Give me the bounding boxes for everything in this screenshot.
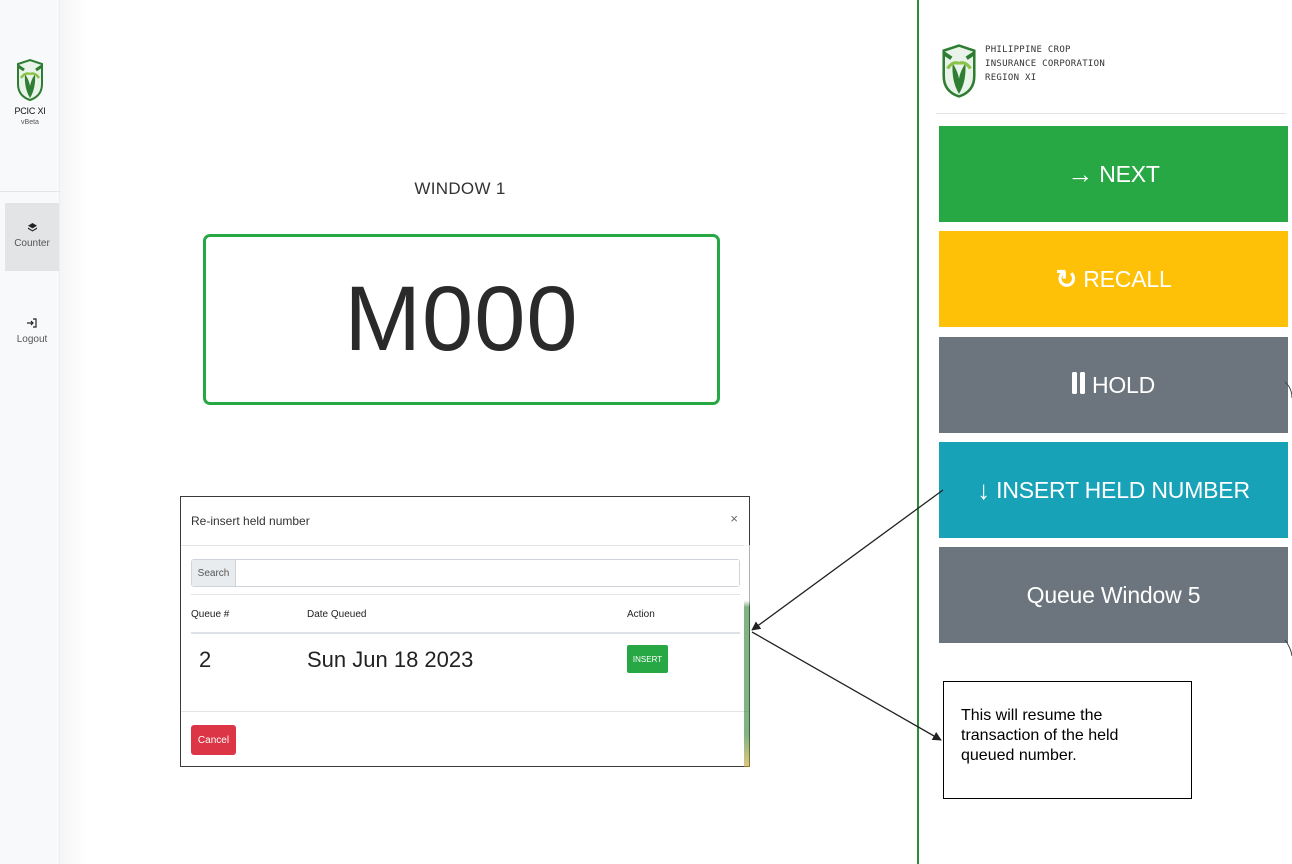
redo-icon: ↻ (1055, 263, 1078, 294)
org-line-2: INSURANCE CORPORATION (985, 59, 1106, 69)
insert-button[interactable]: INSERT (627, 645, 668, 673)
arrow-down-icon: ↓ (977, 474, 991, 505)
table-top-divider (191, 594, 740, 595)
search-group: Search (191, 559, 740, 587)
sidebar: PCIC XI vBeta Counter Logout (0, 0, 60, 864)
next-label: NEXT (1099, 160, 1160, 187)
background-sliver (744, 545, 750, 767)
pcic-logo-icon (17, 58, 43, 102)
close-icon[interactable]: × (730, 511, 738, 526)
panel-divider (917, 0, 919, 864)
reinsert-modal: Re-insert held number × Search Queue # D… (180, 496, 750, 767)
current-number: M000 (344, 268, 579, 370)
sidebar-divider (0, 191, 60, 192)
sidebar-item-label: Counter (14, 238, 50, 249)
search-label: Search (192, 560, 236, 586)
hold-button[interactable]: HOLD (939, 337, 1288, 433)
org-line-1: PHILIPPINE CROP (985, 45, 1071, 55)
app-version: vBeta (21, 119, 39, 126)
layers-icon (5, 223, 59, 235)
next-button[interactable]: → NEXT (939, 126, 1288, 222)
recall-label: RECALL (1083, 265, 1172, 292)
insert-held-number-button[interactable]: ↓ INSERT HELD NUMBER (939, 442, 1288, 538)
callout-text: This will resume the transaction of the … (961, 707, 1119, 764)
sidebar-item-counter[interactable]: Counter (5, 203, 59, 271)
queue-window-button[interactable]: Queue Window 5 (939, 547, 1288, 643)
sidebar-shadow (60, 0, 88, 864)
hold-label: HOLD (1091, 371, 1156, 398)
window-label: WINDOW 1 (414, 179, 506, 198)
sidebar-item-logout[interactable]: Logout (5, 318, 59, 358)
queue-window-label: Queue Window 5 (1026, 581, 1201, 608)
date-queued-cell: Sun Jun 18 2023 (307, 647, 474, 672)
modal-title: Re-insert held number (191, 514, 310, 528)
insert-held-label: INSERT HELD NUMBER (996, 476, 1250, 503)
cancel-button[interactable]: Cancel (191, 725, 236, 755)
brand-name: PCIC XI (14, 106, 46, 116)
org-name: PHILIPPINE CROP INSURANCE CORPORATION RE… (985, 43, 1225, 85)
app-root: PCIC XI vBeta Counter Logout WINDOW 1 M0… (0, 0, 1292, 864)
table-header-divider (191, 632, 740, 634)
column-header-date: Date Queued (307, 609, 367, 620)
sidebar-brand: PCIC XI vBeta (0, 58, 60, 126)
pcic-logo-icon (942, 44, 976, 98)
modal-footer-divider (181, 711, 749, 712)
org-line-3: REGION XI (985, 73, 1037, 83)
column-header-action: Action (627, 609, 655, 620)
recall-button[interactable]: ↻ RECALL (939, 231, 1288, 327)
queue-number-cell: 2 (199, 647, 212, 672)
sign-in-icon (5, 318, 59, 331)
column-header-queue: Queue # (191, 609, 230, 620)
panel-header-divider (936, 113, 1286, 114)
pause-icon (1071, 370, 1086, 401)
search-input[interactable] (236, 560, 739, 586)
sidebar-item-label: Logout (16, 334, 48, 345)
current-number-display: M000 (203, 234, 720, 405)
annotation-callout: This will resume the transaction of the … (943, 681, 1192, 799)
modal-header-divider (181, 545, 749, 546)
arrow-right-icon: → (1067, 158, 1094, 189)
